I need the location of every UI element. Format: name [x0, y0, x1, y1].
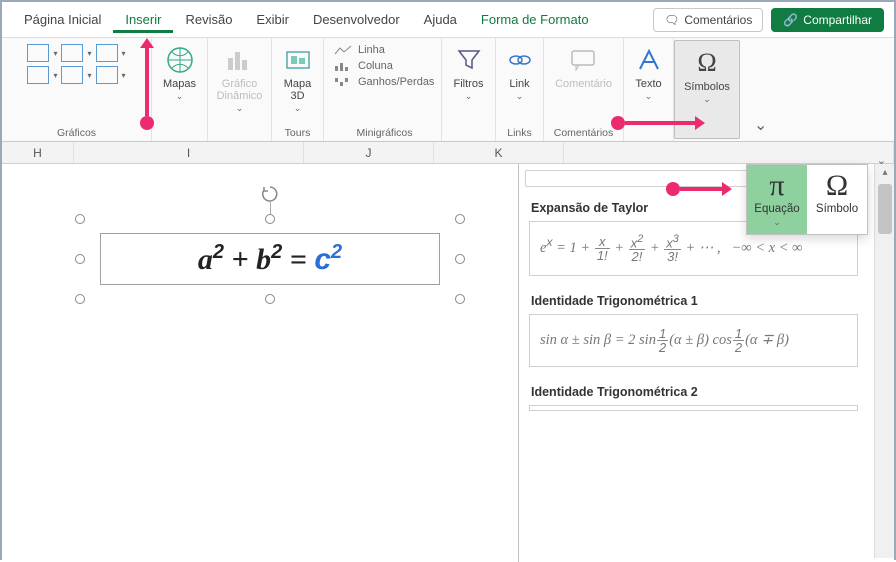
sparkline-winloss-button[interactable]: Ganhos/Perdas [334, 74, 434, 90]
symbols-label: Símbolos [684, 81, 730, 93]
trig1-title: Identidade Trigonométrica 1 [519, 286, 868, 314]
annotation-dot [611, 116, 625, 130]
annotation-dot [140, 116, 154, 130]
chart-icon[interactable] [27, 44, 49, 62]
annotation-arrow [625, 121, 697, 125]
comment-icon [568, 44, 600, 76]
tab-shape-format[interactable]: Forma de Formato [469, 6, 601, 33]
tab-view[interactable]: Exibir [244, 6, 301, 33]
collapse-ribbon-button[interactable]: ⌄ [744, 109, 777, 141]
resize-handle[interactable] [455, 254, 465, 264]
maps-label: Mapas [163, 78, 196, 90]
omega-icon: Ω [691, 47, 723, 79]
trig2-title: Identidade Trigonométrica 2 [519, 377, 868, 405]
link-icon [504, 44, 536, 76]
chart-icon[interactable] [61, 44, 83, 62]
col-header-h[interactable]: H [2, 142, 74, 163]
share-icon: 🔗 [783, 13, 798, 27]
symbols-dropdown: π Equação ⌄ Ω Símbolo [746, 164, 868, 235]
globe-icon [164, 44, 196, 76]
chevron-down-icon[interactable]: ⌄ [877, 154, 886, 167]
symbol-option[interactable]: Ω Símbolo [807, 165, 867, 234]
pivot-chart-label: Gráfico Dinâmico [217, 78, 263, 102]
pi-icon: π [769, 171, 784, 201]
chart-icon[interactable] [96, 44, 118, 62]
comments-button-label: Comentários [684, 13, 752, 27]
chevron-down-icon: ⌄ [176, 92, 184, 102]
omega-icon: Ω [826, 171, 848, 201]
equation-object[interactable]: a2 + b2 = c2 [80, 219, 460, 299]
trig1-equation[interactable]: sin α ± sin β = 2 sin12(α ± β) cos12(α ∓… [529, 314, 858, 367]
chart-icon[interactable] [27, 66, 49, 84]
tab-help[interactable]: Ajuda [412, 6, 469, 33]
share-button-label: Compartilhar [803, 13, 872, 27]
comment-button: Comentário [549, 42, 618, 92]
group-charts-label: Gráficos [57, 125, 96, 139]
resize-handle[interactable] [75, 254, 85, 264]
col-header-i[interactable]: I [74, 142, 304, 163]
col-header-j[interactable]: J [304, 142, 434, 163]
map-3d-icon [282, 44, 314, 76]
link-button[interactable]: Link ⌄ [498, 42, 542, 104]
sparkline-line-label: Linha [358, 44, 385, 56]
equation-option-label: Equação [754, 203, 799, 215]
sparkline-column-icon [334, 60, 352, 72]
tab-review[interactable]: Revisão [173, 6, 244, 33]
pivot-chart-icon [224, 44, 256, 76]
filter-icon [453, 44, 485, 76]
resize-handle[interactable] [455, 294, 465, 304]
filters-button[interactable]: Filtros ⌄ [447, 42, 491, 104]
maps-button[interactable]: Mapas ⌄ [157, 42, 202, 104]
tab-home[interactable]: Página Inicial [12, 6, 113, 33]
link-label: Link [509, 78, 529, 90]
group-links-label: Links [507, 125, 532, 139]
col-header-k[interactable]: K [434, 142, 564, 163]
scroll-thumb[interactable] [878, 184, 892, 234]
text-icon [633, 44, 665, 76]
symbol-option-label: Símbolo [816, 203, 858, 215]
pythagoras-formula: a2 + b2 = c2 [198, 241, 342, 277]
tab-developer[interactable]: Desenvolvedor [301, 6, 412, 33]
chart-icon[interactable] [61, 66, 83, 84]
sparkline-column-label: Coluna [358, 60, 393, 72]
resize-handle[interactable] [455, 214, 465, 224]
map-3d-label: Mapa 3D [282, 78, 314, 102]
resize-handle[interactable] [265, 214, 275, 224]
sparkline-winloss-label: Ganhos/Perdas [358, 76, 434, 88]
resize-handle[interactable] [75, 294, 85, 304]
share-button[interactable]: 🔗 Compartilhar [771, 8, 884, 32]
annotation-dot [666, 182, 680, 196]
rotate-handle-icon[interactable] [261, 185, 279, 203]
group-sparklines-label: Minigráficos [356, 125, 412, 139]
text-label: Texto [635, 78, 661, 90]
comments-button[interactable]: 🗨 Comentários [653, 8, 763, 32]
vertical-scrollbar[interactable]: ▴ [874, 164, 894, 558]
filters-label: Filtros [454, 78, 484, 90]
group-comments-label: Comentários [554, 125, 614, 139]
equation-option[interactable]: π Equação ⌄ [747, 165, 807, 234]
map-3d-button[interactable]: Mapa 3D ⌄ [276, 42, 320, 116]
chevron-down-icon: ⌄ [773, 217, 781, 228]
comment-bubble-icon: 🗨 [664, 13, 679, 27]
text-button[interactable]: Texto ⌄ [627, 42, 671, 104]
sparkline-winloss-icon [334, 76, 352, 88]
annotation-arrow [680, 187, 724, 191]
sparkline-column-button[interactable]: Coluna [334, 58, 434, 74]
tab-insert[interactable]: Inserir [113, 6, 173, 33]
resize-handle[interactable] [265, 294, 275, 304]
equation-content[interactable]: a2 + b2 = c2 [100, 233, 440, 285]
sparkline-line-icon [334, 44, 352, 56]
symbols-button[interactable]: Ω Símbolos ⌄ [678, 45, 736, 107]
pivot-chart-button: Gráfico Dinâmico ⌄ [211, 42, 269, 116]
sparkline-line-button[interactable]: Linha [334, 42, 434, 58]
annotation-arrow [145, 46, 149, 116]
trig2-equation[interactable] [529, 405, 858, 411]
resize-handle[interactable] [75, 214, 85, 224]
comment-label: Comentário [555, 78, 612, 90]
group-tours-label: Tours [285, 125, 311, 139]
chart-icon[interactable] [96, 66, 118, 84]
